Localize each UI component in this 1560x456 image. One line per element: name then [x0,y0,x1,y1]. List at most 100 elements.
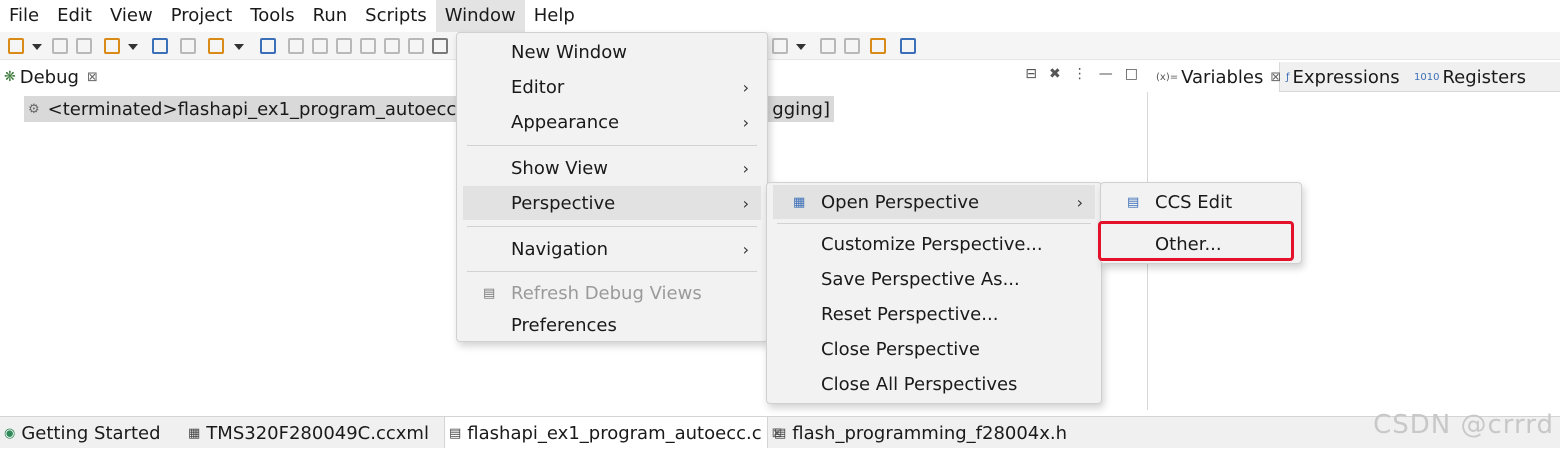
menu-file[interactable]: File [0,0,48,32]
menu-separator [467,271,757,272]
view-menu-icon[interactable]: ⋮ [1073,66,1087,82]
chevron-right-icon: › [742,77,749,97]
menu-item-preferences[interactable]: Preferences [463,308,761,342]
menu-help[interactable]: Help [525,0,584,32]
tab-ccxml[interactable]: ▦ TMS320F280049C.ccxml [184,417,440,449]
minimize-icon[interactable]: — [1099,66,1113,82]
tab-getting-started[interactable]: ◉ Getting Started [0,417,180,449]
menu-separator [777,223,1091,224]
menu-window[interactable]: Window [435,0,525,32]
menu-item-navigation[interactable]: Navigation › [463,232,761,266]
menu-bar: File Edit View Project Tools Run Scripts… [0,0,1560,32]
ccs-edit-perspective-icon: ▤ [1127,194,1140,210]
step-over-icon[interactable] [384,38,400,54]
tab-expressions-label: Expressions [1292,66,1400,88]
menu-run[interactable]: Run [304,0,357,32]
highlight-annotation [1098,221,1294,261]
step-return-icon[interactable] [408,38,424,54]
tab-registers[interactable]: 1010 Registers [1414,62,1526,92]
step-into-icon[interactable] [360,38,376,54]
tab-ccxml-label: TMS320F280049C.ccxml [206,422,429,444]
window-menu: New Window Editor › Appearance › Show Vi… [456,32,768,342]
save-all-icon[interactable] [76,38,92,54]
tab-variables[interactable]: (x)= Variables ⊠ [1152,62,1281,92]
terminate-icon[interactable] [336,38,352,54]
chevron-right-icon: › [742,239,749,259]
menu-item-editor[interactable]: Editor › [463,70,761,104]
debug-session-label: <terminated>flashapi_ex1_program_autoecc… [47,98,482,120]
menu-item-perspective[interactable]: Perspective › [463,186,761,220]
tab-autoecc-c-label: flashapi_ex1_program_autoecc.c [467,422,762,444]
registers-icon: 1010 [1414,71,1440,83]
menu-tools[interactable]: Tools [241,0,303,32]
close-icon[interactable]: ⊠ [1270,70,1281,85]
tab-flash-programming-h-label: flash_programming_f28004x.h [792,422,1068,444]
menu-project[interactable]: Project [162,0,242,32]
menu-item-ccs-edit[interactable]: ▤ CCS Edit [1107,185,1295,219]
next-annotation-icon[interactable] [870,38,886,54]
menu-item-refresh-debug-views: ▤ Refresh Debug Views [483,282,702,304]
variables-view-header: (x)= Variables ⊠ ƒ Expressions 1010 Regi… [1152,62,1560,92]
menu-item-save-perspective-as[interactable]: Save Perspective As... [773,262,1095,296]
terminated-launch-icon: ⚙ [28,101,40,117]
connect-icon[interactable] [260,38,276,54]
menu-item-new-window[interactable]: New Window [463,35,761,69]
grid-icon[interactable] [432,38,448,54]
debug-bug-icon: ❋ [4,69,16,85]
menu-edit[interactable]: Edit [48,0,101,32]
memory-icon[interactable] [772,38,788,54]
new-icon[interactable] [8,38,24,54]
editor-tab-bar: ◉ Getting Started ▦ TMS320F280049C.ccxml… [0,416,1560,449]
expressions-icon: ƒ [1286,71,1290,83]
chevron-right-icon: › [742,193,749,213]
menu-item-customize-perspective[interactable]: Customize Perspective... [773,227,1095,261]
close-icon[interactable]: ⊠ [87,70,98,85]
chevron-right-icon: › [742,112,749,132]
menu-view[interactable]: View [101,0,162,32]
save-icon[interactable] [52,38,68,54]
editor-area[interactable] [0,448,1560,456]
chevron-right-icon: › [1076,192,1083,212]
tab-registers-label: Registers [1442,66,1526,88]
tab-flash-programming-h[interactable]: ▤ flash_programming_f28004x.h [770,417,1070,449]
step-over-icon[interactable] [844,38,860,54]
build-icon[interactable] [104,38,120,54]
tab-expressions[interactable]: ƒ Expressions [1286,62,1400,92]
toolbar [0,32,1560,60]
tab-getting-started-label: Getting Started [21,422,161,444]
maximize-icon[interactable]: □ [1125,66,1138,82]
menu-scripts[interactable]: Scripts [356,0,436,32]
menu-item-reset-perspective[interactable]: Reset Perspective... [773,297,1095,331]
chevron-right-icon: › [742,158,749,178]
h-file-icon: ▤ [774,425,787,441]
menu-item-close-perspective[interactable]: Close Perspective [773,332,1095,366]
chevron-down-icon[interactable] [32,44,42,50]
resume-icon[interactable] [288,38,304,54]
variables-icon: (x)= [1156,71,1179,83]
ccxml-file-icon: ▦ [188,425,201,441]
search-icon[interactable] [152,38,168,54]
menu-item-appearance[interactable]: Appearance › [463,105,761,139]
menu-item-close-all-perspectives[interactable]: Close All Perspectives [773,367,1095,401]
tab-debug[interactable]: ❋ Debug ⊠ [0,62,108,92]
c-file-icon: ▤ [449,425,462,441]
flash-icon[interactable] [208,38,224,54]
suspend-icon[interactable] [312,38,328,54]
menu-item-open-perspective[interactable]: ▦ Open Perspective › [773,185,1095,219]
perspective-submenu: ▦ Open Perspective › Customize Perspecti… [766,182,1102,404]
chevron-down-icon[interactable] [234,44,244,50]
open-perspective-icon: ▦ [793,194,806,210]
view-toolbar: ⊟ ✖ ⋮ — □ [1025,66,1138,82]
console-icon[interactable] [180,38,196,54]
step-icon[interactable] [820,38,836,54]
open-perspective-icon[interactable] [900,38,916,54]
menu-item-show-view[interactable]: Show View › [463,151,761,185]
tab-autoecc-c[interactable]: ▤ flashapi_ex1_program_autoecc.c ⊠ [444,417,783,449]
chevron-down-icon[interactable] [796,44,806,50]
collapse-all-icon[interactable]: ⊟ [1025,66,1037,82]
debug-session-label-tail: gging] [772,98,830,120]
remove-terminated-icon[interactable]: ✖ [1049,66,1061,82]
chevron-down-icon[interactable] [128,44,138,50]
menu-separator [467,145,757,146]
watermark: CSDN @crrrd [1373,410,1554,440]
